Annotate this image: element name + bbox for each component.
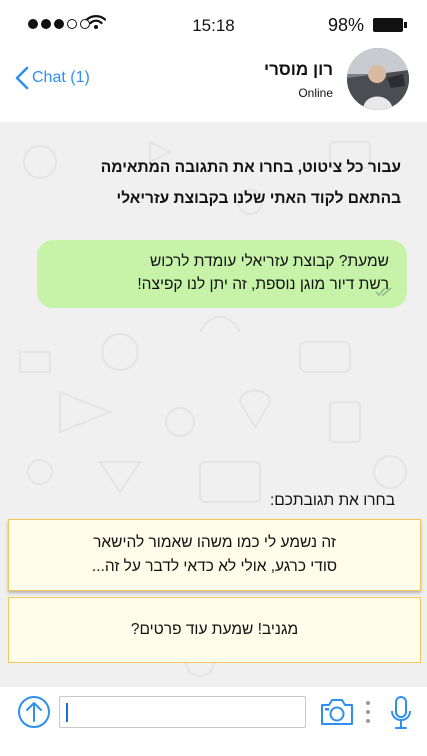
chat-area: עבור כל ציטוט, בחרו את התגובה המתאימה בה… bbox=[0, 122, 427, 687]
battery-percent: 98% bbox=[327, 15, 364, 35]
chat-header: Chat (1) רון מוסרי Online bbox=[0, 48, 427, 122]
option-1-line-1: זה נשמע לי כמו משהו שאמור להישאר bbox=[93, 534, 336, 551]
message-line-1: שמעת? קבוצת עזריאלי עומדת לרכוש bbox=[149, 253, 389, 270]
back-button[interactable]: Chat (1) bbox=[14, 66, 90, 90]
choose-response-label: בחרו את תגובתכם: bbox=[269, 492, 395, 509]
back-label: Chat (1) bbox=[32, 69, 90, 86]
microphone-icon[interactable] bbox=[389, 695, 413, 731]
message-input[interactable] bbox=[59, 696, 306, 728]
battery-icon bbox=[373, 18, 407, 32]
double-check-icon bbox=[375, 287, 392, 297]
contact-name: רון מוסרי bbox=[263, 60, 333, 79]
input-bar bbox=[0, 687, 427, 756]
option-1-line-2: סודי כרגע, אולי לא כדאי לדבר על זה... bbox=[91, 558, 338, 575]
instruction-line-1: עבור כל ציטוט, בחרו את התגובה המתאימה bbox=[100, 159, 401, 176]
chevron-left-icon bbox=[15, 66, 29, 90]
message-line-2: רשת דיור מוגן נוספת, זה יתן לנו קפיצה! bbox=[137, 276, 389, 293]
instruction-line-2: בהתאם לקוד האתי שלנו בקבוצת עזריאלי bbox=[116, 190, 401, 207]
more-vertical-icon[interactable] bbox=[366, 701, 370, 723]
message-bubble: שמעת? קבוצת עזריאלי עומדת לרכוש רשת דיור… bbox=[37, 240, 407, 308]
camera-icon[interactable] bbox=[319, 697, 355, 727]
response-option-1[interactable]: זה נשמע לי כמו משהו שאמור להישאר סודי כר… bbox=[8, 519, 421, 591]
upload-icon[interactable] bbox=[17, 695, 51, 729]
option-2-line-1: מגניב! שמעת עוד פרטים? bbox=[130, 621, 299, 638]
status-bar: 15:18 98% bbox=[0, 0, 427, 48]
instruction-text: עבור כל ציטוט, בחרו את התגובה המתאימה בה… bbox=[21, 152, 401, 214]
text-caret bbox=[66, 703, 68, 722]
contact-status: Online bbox=[298, 86, 333, 100]
response-option-2[interactable]: מגניב! שמעת עוד פרטים? bbox=[8, 597, 421, 663]
avatar[interactable] bbox=[347, 48, 409, 110]
